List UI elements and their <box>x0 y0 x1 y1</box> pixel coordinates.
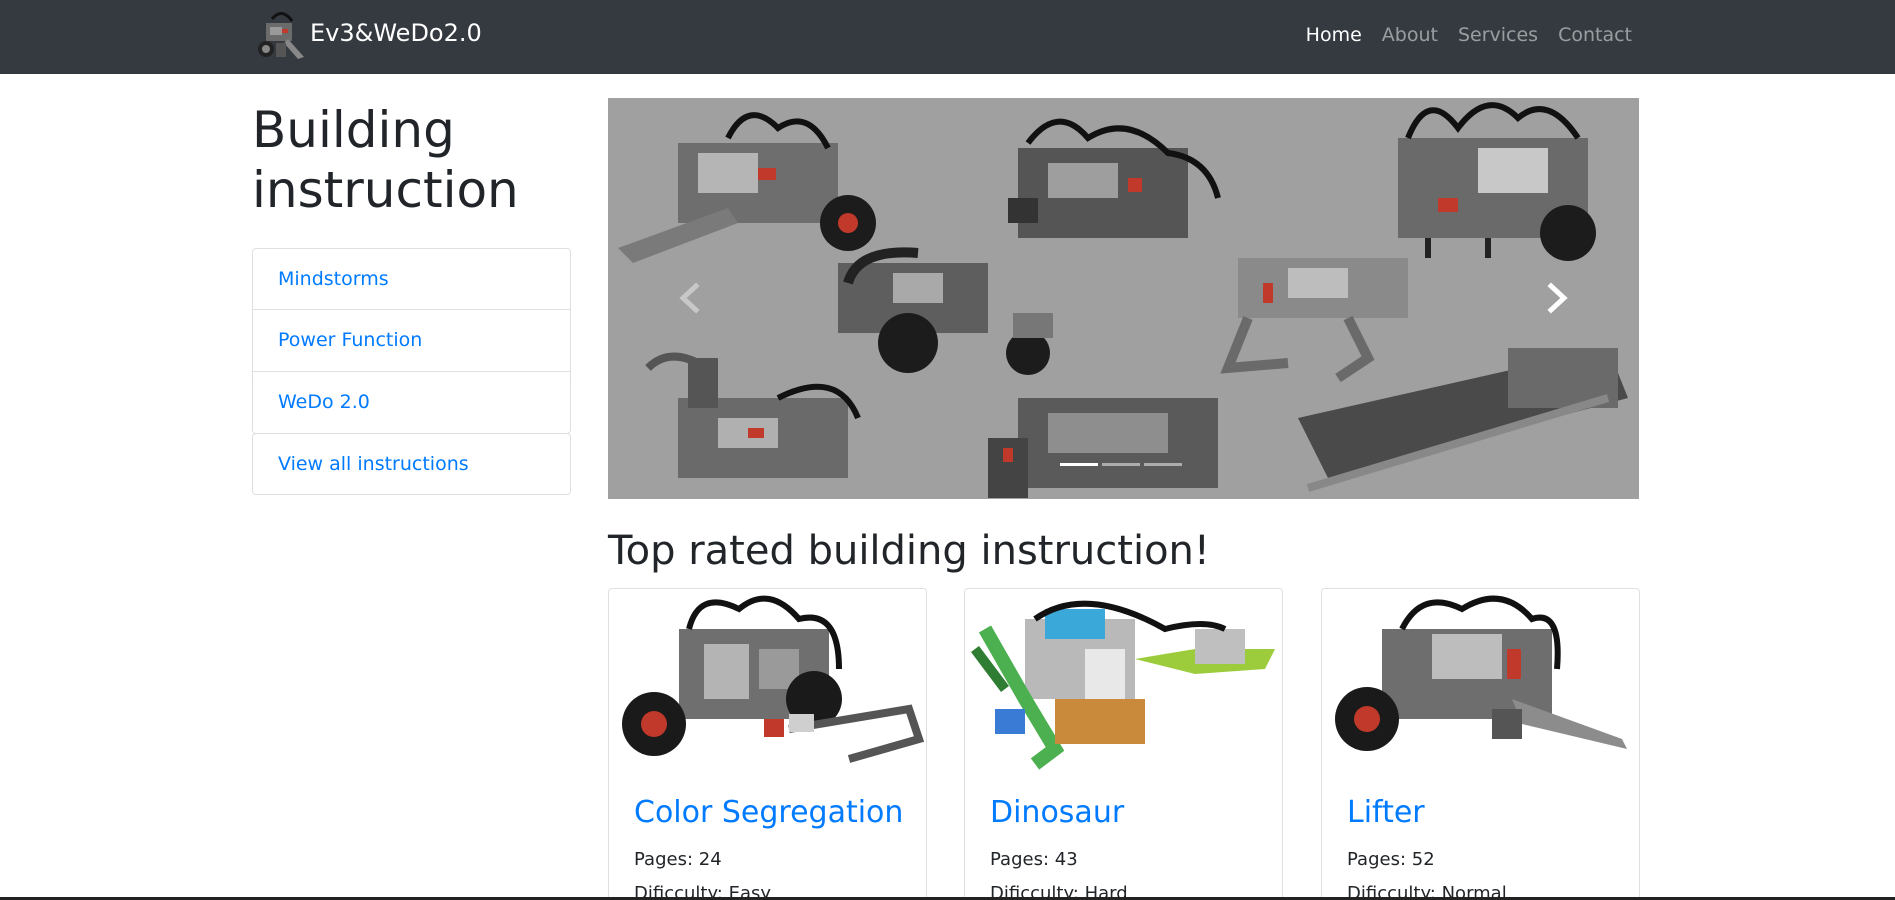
chevron-left-icon <box>679 282 700 314</box>
category-power-function[interactable]: Power Function <box>252 310 571 372</box>
carousel-slide-image <box>608 98 1639 499</box>
chevron-right-icon <box>1547 282 1568 314</box>
nav-home[interactable]: Home <box>1306 24 1362 46</box>
page-title: Building instruction <box>252 101 519 219</box>
brand-name: Ev3&WeDo2.0 <box>310 19 482 47</box>
category-wedo-2[interactable]: WeDo 2.0 <box>252 372 571 434</box>
carousel-indicators <box>1060 463 1186 466</box>
carousel-prev-button[interactable] <box>658 248 718 348</box>
card-title-link[interactable]: Color Segregation <box>634 795 903 830</box>
robot-figure <box>988 398 1218 498</box>
color-segregation-robot-image <box>609 589 926 774</box>
card-pages: Pages: 52 <box>1347 849 1435 870</box>
card-title-link[interactable]: Lifter <box>1347 795 1425 830</box>
instruction-card: Lifter Pages: 52 Dificculty: Normal <box>1321 588 1640 900</box>
instruction-card: Color Segregation Pages: 24 Dificculty: … <box>608 588 927 900</box>
carousel-indicator-3[interactable] <box>1144 463 1182 466</box>
view-all-group: View all instructions <box>252 433 571 495</box>
nav-services[interactable]: Services <box>1458 24 1538 46</box>
card-pages: Pages: 43 <box>990 849 1078 870</box>
brand-link[interactable]: Ev3&WeDo2.0 <box>252 8 482 66</box>
nav-contact[interactable]: Contact <box>1558 24 1632 46</box>
carousel-indicator-2[interactable] <box>1102 463 1140 466</box>
category-mindstorms[interactable]: Mindstorms <box>252 248 571 310</box>
category-list: Mindstorms Power Function WeDo 2.0 <box>252 248 571 434</box>
navbar: Ev3&WeDo2.0 Home About Services Contact <box>0 0 1895 74</box>
robot-logo-icon <box>252 9 308 65</box>
card-pages: Pages: 24 <box>634 849 722 870</box>
top-rated-heading: Top rated building instruction! <box>608 528 1210 574</box>
instruction-card: Dinosaur Pages: 43 Dificculty: Hard <box>964 588 1283 900</box>
lifter-robot-image <box>1322 589 1639 774</box>
robot-carousel[interactable] <box>608 98 1639 499</box>
dinosaur-robot-image <box>965 589 1282 774</box>
view-all-instructions-link[interactable]: View all instructions <box>252 433 571 495</box>
carousel-next-button[interactable] <box>1529 248 1589 348</box>
nav-about[interactable]: About <box>1382 24 1438 46</box>
card-title-link[interactable]: Dinosaur <box>990 795 1124 830</box>
main-nav: Home About Services Contact <box>1286 24 1632 46</box>
carousel-indicator-1[interactable] <box>1060 463 1098 466</box>
